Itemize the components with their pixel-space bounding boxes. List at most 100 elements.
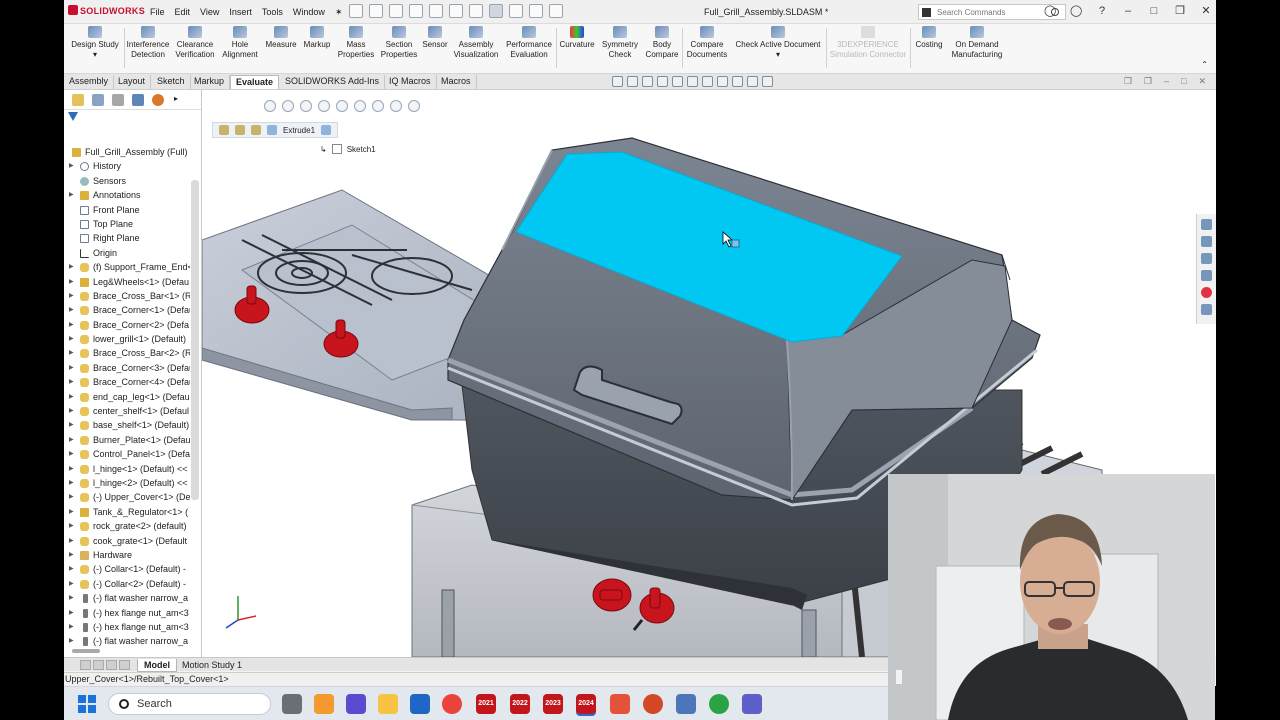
tree-item[interactable]: ▶ (-) flat washer narrow_a: [64, 591, 190, 605]
home-icon[interactable]: [349, 4, 363, 18]
minimize-icon[interactable]: –: [1122, 5, 1134, 17]
menu-file[interactable]: File: [150, 7, 165, 18]
expand-arrow-icon[interactable]: ▶: [69, 361, 74, 375]
tree-horizontal-scrollbar[interactable]: [72, 649, 100, 653]
tab-markup[interactable]: Markup: [189, 75, 231, 89]
tree-scrollbar[interactable]: [191, 180, 199, 500]
undo-icon[interactable]: [449, 4, 463, 18]
menu-insert[interactable]: Insert: [229, 7, 252, 18]
breadcrumb-tangent-icon[interactable]: [372, 100, 384, 112]
expand-arrow-icon[interactable]: ▶: [69, 505, 74, 519]
curvature-button[interactable]: Curvature: [556, 26, 598, 50]
tree-item[interactable]: ▶ Annotations: [64, 188, 190, 202]
options-gear-icon[interactable]: [549, 4, 563, 18]
expand-arrow-icon[interactable]: ▶: [69, 159, 74, 173]
breadcrumb-angle-icon[interactable]: [408, 100, 420, 112]
dynamic-annotation-icon[interactable]: [672, 76, 683, 87]
rebuild-icon[interactable]: [509, 4, 523, 18]
expand-arrow-icon[interactable]: ▶: [69, 418, 74, 432]
expand-arrow-icon[interactable]: ▶: [69, 548, 74, 562]
file-explorer-app-icon[interactable]: [378, 694, 398, 714]
solidworks-logo[interactable]: SOLIDWORKS: [68, 5, 145, 16]
restore-icon[interactable]: ❐: [1174, 5, 1186, 17]
expand-arrow-icon[interactable]: ▶: [69, 346, 74, 360]
teams-icon[interactable]: [742, 694, 762, 714]
compare-documents-button[interactable]: Compare Documents: [682, 26, 732, 60]
expand-arrow-icon[interactable]: ▶: [69, 318, 74, 332]
task-view-icon[interactable]: [282, 694, 302, 714]
sketch-crumb-icon[interactable]: [331, 144, 342, 154]
subassembly-crumb-icon[interactable]: [235, 125, 245, 135]
tree-item[interactable]: Top Plane: [64, 217, 190, 231]
custom-properties-icon[interactable]: [1201, 304, 1212, 315]
body-crumb-icon[interactable]: [267, 125, 277, 135]
last-tab-icon[interactable]: [119, 660, 130, 670]
mass-properties-button[interactable]: Mass Properties: [334, 26, 378, 60]
hole-alignment-button[interactable]: Hole Alignment: [218, 26, 262, 60]
solidworks-resources-icon[interactable]: [1201, 219, 1212, 230]
view-orientation-icon[interactable]: [687, 76, 698, 87]
solidworks-2021-icon[interactable]: 2021: [476, 694, 496, 714]
apply-scene-icon[interactable]: [747, 76, 758, 87]
breadcrumb-distance-icon[interactable]: [390, 100, 402, 112]
tree-item[interactable]: ▶ Leg&Wheels<1> (Defau: [64, 275, 190, 289]
tree-item[interactable]: Right Plane: [64, 231, 190, 245]
tab-motion-study-1[interactable]: Motion Study 1: [176, 659, 248, 672]
expand-arrow-icon[interactable]: ▶: [69, 606, 74, 620]
collapse-ribbon-icon[interactable]: ⌃: [1201, 60, 1208, 69]
chrome-profile-icon[interactable]: [709, 694, 729, 714]
tab-model[interactable]: Model: [137, 659, 177, 672]
tab-iq-macros[interactable]: IQ Macros: [384, 75, 437, 89]
tree-item[interactable]: ▶ (-) flat washer narrow_a: [64, 634, 190, 648]
image-viewer-icon[interactable]: [676, 694, 696, 714]
dimxpert-tab-icon[interactable]: [132, 94, 144, 106]
save-icon[interactable]: [409, 4, 423, 18]
viewport-tile-icon[interactable]: ❐: [1144, 76, 1152, 87]
viewport-close-icon[interactable]: ✕: [1198, 76, 1206, 87]
configuration-manager-tab-icon[interactable]: [112, 94, 124, 106]
expand-arrow-icon[interactable]: ▶: [69, 577, 74, 591]
expand-arrow-icon[interactable]: ▶: [69, 490, 74, 504]
redo-icon[interactable]: [469, 4, 483, 18]
next-tab-icon[interactable]: [106, 660, 117, 670]
tree-item[interactable]: ▶ cook_grate<1> (Default: [64, 534, 190, 548]
design-study-button[interactable]: Design Study ▾: [66, 26, 124, 60]
tree-item[interactable]: ▶ Brace_Corner<2> (Defa: [64, 318, 190, 332]
select-icon[interactable]: [489, 4, 503, 18]
tree-item[interactable]: ▶ (-) hex flange nut_am<3: [64, 620, 190, 634]
menu-window[interactable]: Window: [293, 7, 325, 18]
breadcrumb-arrow-icon[interactable]: [264, 100, 276, 112]
solidworks-2024-icon[interactable]: 2024: [576, 694, 596, 714]
tree-item[interactable]: ▶ Brace_Corner<4> (Defau: [64, 375, 190, 389]
property-manager-tab-icon[interactable]: [92, 94, 104, 106]
tab-macros[interactable]: Macros: [436, 75, 477, 89]
file-properties-icon[interactable]: [529, 4, 543, 18]
3dexperience-simulation-connector-button[interactable]: 3DEXPERIENCE Simulation Connector: [826, 26, 910, 60]
tile-icon[interactable]: □: [1148, 5, 1160, 17]
print-icon[interactable]: [429, 4, 443, 18]
edit-appearance-icon[interactable]: [732, 76, 743, 87]
tree-item[interactable]: ▶ History: [64, 159, 190, 173]
tree-filter[interactable]: [64, 110, 201, 126]
file-explorer-icon[interactable]: [1201, 253, 1212, 264]
tree-item[interactable]: ▶ center_shelf<1> (Defaul: [64, 404, 190, 418]
first-tab-icon[interactable]: [80, 660, 91, 670]
menu-view[interactable]: View: [200, 7, 219, 18]
markup-button[interactable]: Markup: [300, 26, 334, 50]
tab-solidworks-addins[interactable]: SOLIDWORKS Add-Ins: [280, 75, 386, 89]
expand-arrow-icon[interactable]: ▶: [69, 447, 74, 461]
on-demand-manufacturing-button[interactable]: On Demand Manufacturing: [948, 26, 1006, 60]
tree-item[interactable]: ▶ Brace_Corner<1> (Defau: [64, 303, 190, 317]
tree-item[interactable]: ▶ base_shelf<1> (Default): [64, 418, 190, 432]
tree-item[interactable]: ▶ end_cap_leg<1> (Defau: [64, 390, 190, 404]
tree-item[interactable]: ▶ Tank_&_Regulator<1> (: [64, 505, 190, 519]
feature-tree-tab-icon[interactable]: [72, 94, 84, 106]
tree-item[interactable]: ▶ (-) Collar<1> (Default) -: [64, 562, 190, 576]
costing-button[interactable]: Costing: [910, 26, 948, 50]
tree-item[interactable]: Origin: [64, 246, 190, 260]
chrome-icon[interactable]: [442, 694, 462, 714]
tree-item[interactable]: ▶ Control_Panel<1> (Defa: [64, 447, 190, 461]
tab-layout[interactable]: Layout: [113, 75, 152, 89]
tree-item[interactable]: Front Plane: [64, 203, 190, 217]
display-manager-tab-icon[interactable]: [152, 94, 164, 106]
